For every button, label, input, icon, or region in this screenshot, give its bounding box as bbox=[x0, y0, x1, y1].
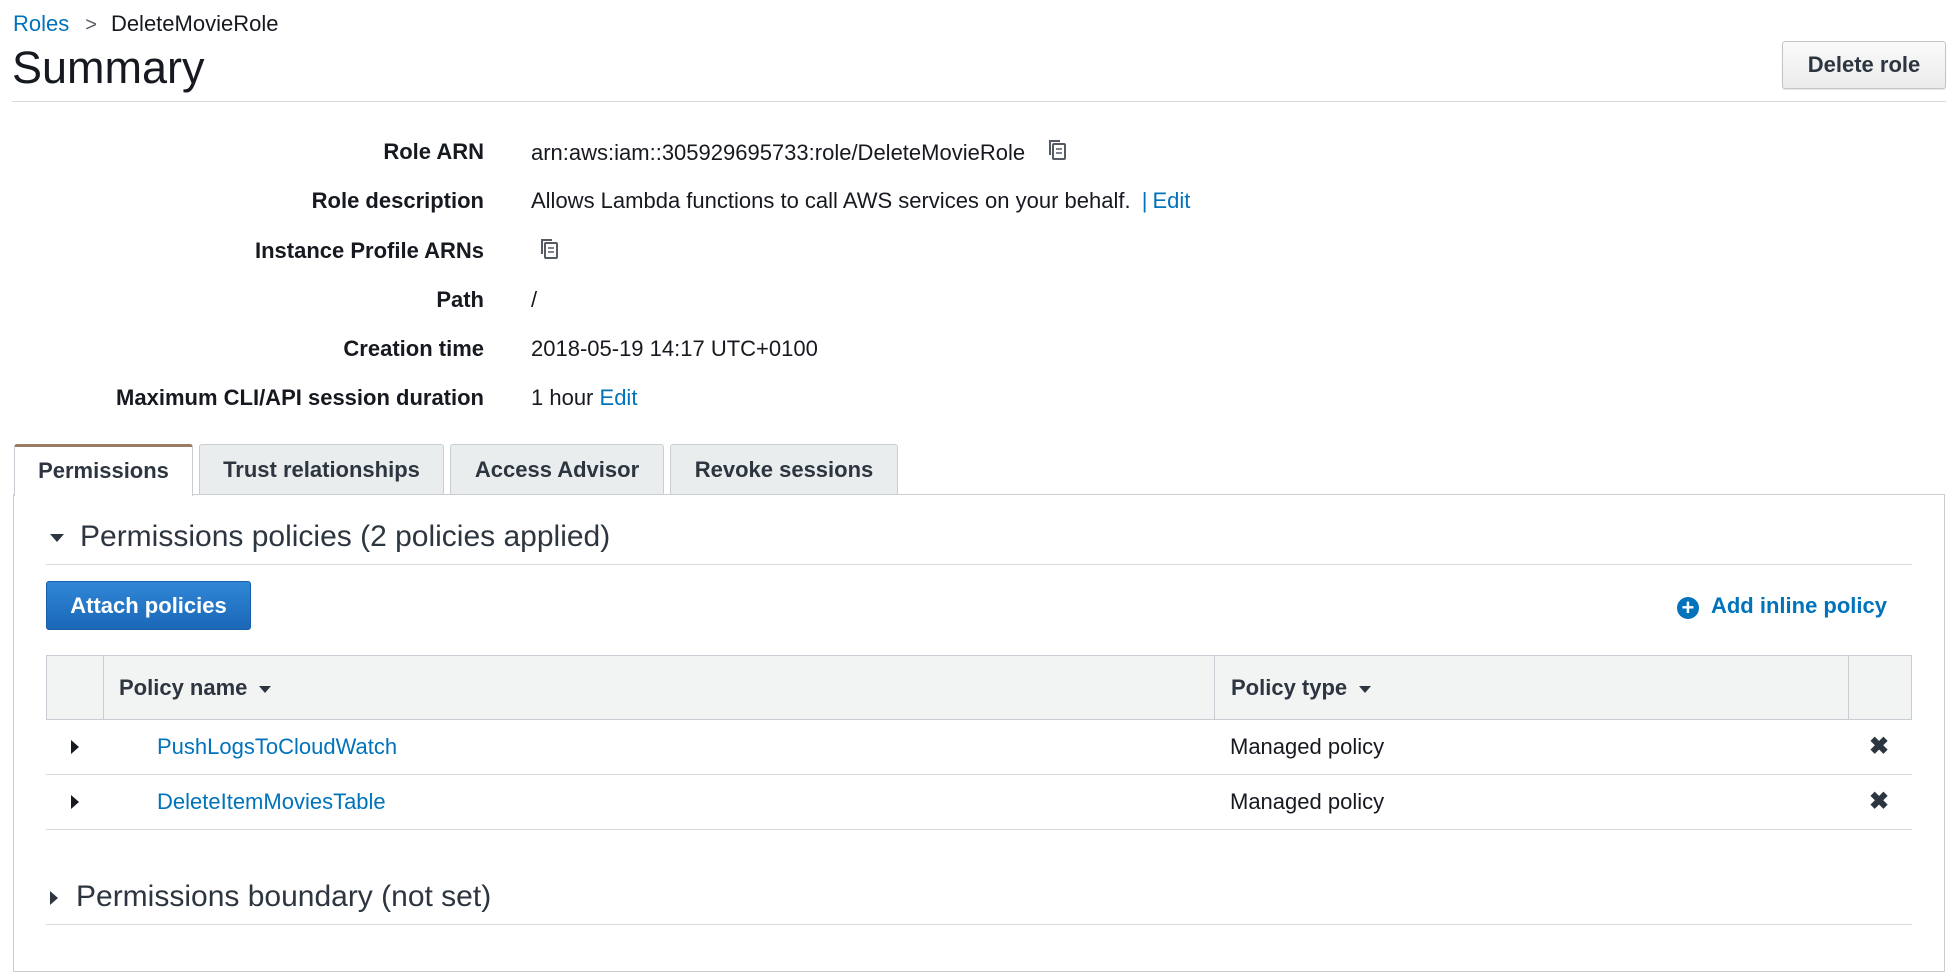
edit-session-duration-link[interactable]: Edit bbox=[600, 385, 638, 410]
breadcrumb-current: DeleteMovieRole bbox=[110, 11, 279, 36]
column-header-policy-name[interactable]: Policy name bbox=[119, 656, 272, 719]
permissions-policies-toggle[interactable]: Permissions policies (2 policies applied… bbox=[50, 520, 610, 554]
copy-icon[interactable] bbox=[1045, 137, 1071, 171]
creation-time-value: 2018-05-19 14:17 UTC+0100 bbox=[531, 336, 818, 361]
remove-x-icon[interactable]: ✖ bbox=[1869, 720, 1889, 774]
caret-down-icon bbox=[50, 534, 64, 543]
column-divider bbox=[1214, 656, 1215, 719]
path-row: Path / bbox=[0, 285, 1500, 315]
policy-name-header-label: Policy name bbox=[119, 675, 248, 700]
permissions-policies-heading: Permissions policies (2 policies applied… bbox=[80, 520, 611, 553]
policy-name-link[interactable]: PushLogsToCloudWatch bbox=[157, 720, 397, 774]
sort-caret-icon bbox=[259, 685, 272, 693]
permissions-boundary-toggle[interactable]: Permissions boundary (not set) bbox=[50, 880, 491, 914]
policies-table: Policy name Policy type PushLogsToCloudW… bbox=[46, 655, 1912, 830]
breadcrumb: Roles > DeleteMovieRole bbox=[13, 11, 278, 37]
table-header: Policy name Policy type bbox=[46, 655, 1912, 720]
tab-trust-relationships[interactable]: Trust relationships bbox=[199, 444, 444, 494]
max-session-row: Maximum CLI/API session duration 1 hour … bbox=[0, 383, 1500, 413]
section-divider bbox=[46, 924, 1912, 925]
policy-name-link[interactable]: DeleteItemMoviesTable bbox=[157, 775, 386, 829]
iam-role-summary-page: Roles > DeleteMovieRole Summary Delete rol… bbox=[0, 0, 1950, 980]
breadcrumb-roles-link[interactable]: Roles bbox=[13, 11, 69, 36]
permissions-boundary-heading: Permissions boundary (not set) bbox=[76, 880, 492, 913]
remove-x-icon[interactable]: ✖ bbox=[1869, 775, 1889, 829]
caret-right-icon bbox=[50, 891, 58, 906]
plus-circle-icon: + bbox=[1676, 597, 1699, 619]
add-inline-policy-label: Add inline policy bbox=[1710, 593, 1887, 618]
attach-policies-button[interactable]: Attach policies bbox=[46, 581, 251, 630]
expand-row-icon[interactable] bbox=[71, 795, 79, 809]
add-inline-policy-link[interactable]: + Add inline policy bbox=[1676, 593, 1887, 619]
path-label: Path bbox=[436, 287, 484, 312]
max-session-value-wrap: 1 hour Edit bbox=[531, 383, 637, 413]
instance-profile-row: Instance Profile ARNs bbox=[0, 236, 1500, 266]
column-divider bbox=[103, 656, 104, 719]
table-row: DeleteItemMoviesTable Managed policy ✖ bbox=[46, 775, 1912, 830]
column-divider bbox=[1848, 656, 1849, 719]
expand-row-icon[interactable] bbox=[71, 740, 79, 754]
path-value: / bbox=[531, 287, 538, 312]
creation-time-row: Creation time 2018-05-19 14:17 UTC+0100 bbox=[0, 334, 1500, 364]
table-row: PushLogsToCloudWatch Managed policy ✖ bbox=[46, 720, 1912, 775]
policy-type-value: Managed policy bbox=[1230, 734, 1385, 759]
header-divider bbox=[12, 101, 1946, 102]
breadcrumb-separator: > bbox=[85, 14, 97, 36]
role-arn-value: arn:aws:iam::305929695733:role/DeleteMov… bbox=[531, 139, 1026, 165]
role-arn-value-wrap: arn:aws:iam::305929695733:role/DeleteMov… bbox=[531, 137, 1071, 171]
role-arn-row: Role ARN arn:aws:iam::305929695733:role/… bbox=[0, 137, 1500, 167]
max-session-value: 1 hour bbox=[531, 385, 594, 410]
delete-role-button[interactable]: Delete role bbox=[1782, 41, 1946, 89]
tab-revoke-sessions[interactable]: Revoke sessions bbox=[670, 444, 898, 494]
instance-profile-label: Instance Profile ARNs bbox=[254, 238, 484, 263]
policy-type-value: Managed policy bbox=[1230, 789, 1385, 814]
instance-profile-value-wrap bbox=[523, 236, 563, 270]
copy-icon[interactable] bbox=[537, 236, 563, 270]
page-title: Summary bbox=[12, 42, 205, 93]
tab-permissions[interactable]: Permissions bbox=[14, 444, 193, 496]
role-description-row: Role description Allows Lambda functions… bbox=[0, 186, 1500, 216]
section-divider bbox=[46, 564, 1912, 565]
role-arn-label: Role ARN bbox=[383, 139, 484, 164]
tab-access-advisor[interactable]: Access Advisor bbox=[450, 444, 664, 494]
creation-time-label: Creation time bbox=[343, 336, 484, 361]
column-header-policy-type[interactable]: Policy type bbox=[1231, 656, 1372, 719]
sort-caret-icon bbox=[1359, 685, 1372, 693]
role-description-value: Allows Lambda functions to call AWS serv… bbox=[531, 188, 1131, 213]
description-pipe: | bbox=[1141, 188, 1148, 213]
policy-type-header-label: Policy type bbox=[1231, 675, 1348, 700]
role-description-value-wrap: Allows Lambda functions to call AWS serv… bbox=[531, 186, 1190, 216]
role-description-label: Role description bbox=[311, 188, 484, 213]
edit-description-link[interactable]: Edit bbox=[1152, 188, 1190, 213]
max-session-label: Maximum CLI/API session duration bbox=[116, 385, 484, 410]
